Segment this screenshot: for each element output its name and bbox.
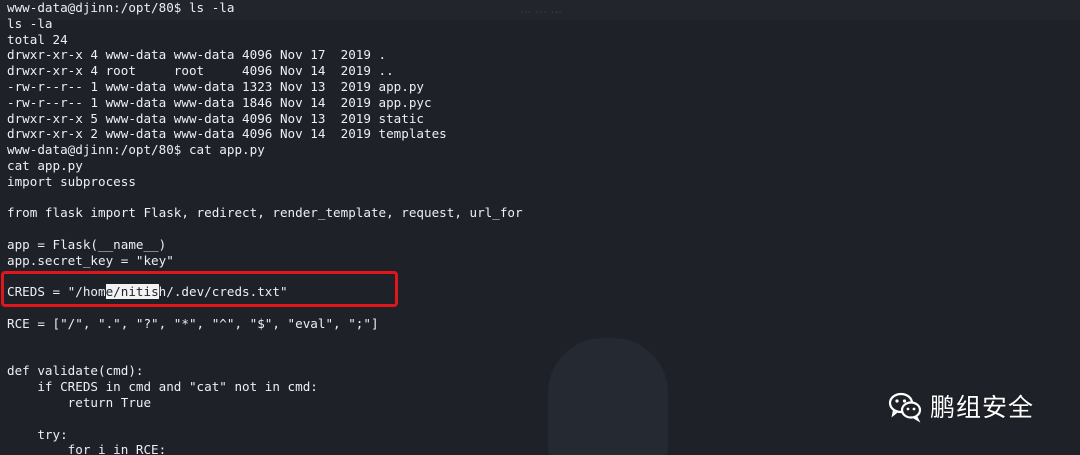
- terminal-line: import subprocess: [7, 173, 136, 189]
- terminal-line: from flask import Flask, redirect, rende…: [7, 205, 523, 221]
- terminal-line: drwxr-xr-x 5 www-data www-data 4096 Nov …: [7, 110, 425, 126]
- terminal-line: RCE = ["/", ".", "?", "*", "^", "$", "ev…: [7, 315, 379, 331]
- terminal-line: return True: [7, 394, 152, 410]
- terminal-line: if CREDS in cmd and "cat" not in cmd:: [7, 379, 318, 395]
- terminal-line: -rw-r--r-- 1 www-data www-data 1323 Nov …: [7, 78, 425, 94]
- terminal-line: drwxr-xr-x 4 www-data www-data 4096 Nov …: [7, 47, 387, 63]
- terminal-line: ls -la: [7, 15, 53, 31]
- watermark: 鹏组安全: [888, 388, 1034, 424]
- terminal-line: -rw-r--r-- 1 www-data www-data 1846 Nov …: [7, 94, 432, 110]
- terminal-output[interactable]: www-data@djinn:/opt/80$ ls -la ls -la tota…: [0, 0, 760, 455]
- terminal-line: def validate(cmd):: [7, 363, 144, 379]
- terminal-line: try:: [7, 426, 68, 442]
- terminal-line: total 24: [7, 31, 68, 47]
- creds-highlight-box: [1, 271, 398, 307]
- terminal-line: www-data@djinn:/opt/80$ ls -la: [7, 0, 235, 15]
- watermark-text: 鹏组安全: [930, 393, 1035, 422]
- terminal-line: app.secret_key = "key": [7, 252, 174, 268]
- terminal-line: drwxr-xr-x 4 root root 4096 Nov 14 2019 …: [7, 63, 394, 79]
- terminal-line: www-data@djinn:/opt/80$ cat app.py: [7, 142, 265, 158]
- terminal-line: for i in RCE:: [7, 442, 167, 455]
- terminal-line: cat app.py: [7, 157, 83, 173]
- wechat-icon: [888, 389, 922, 423]
- terminal-line: drwxr-xr-x 2 www-data www-data 4096 Nov …: [7, 126, 447, 142]
- terminal-line: app = Flask(__name__): [7, 236, 167, 252]
